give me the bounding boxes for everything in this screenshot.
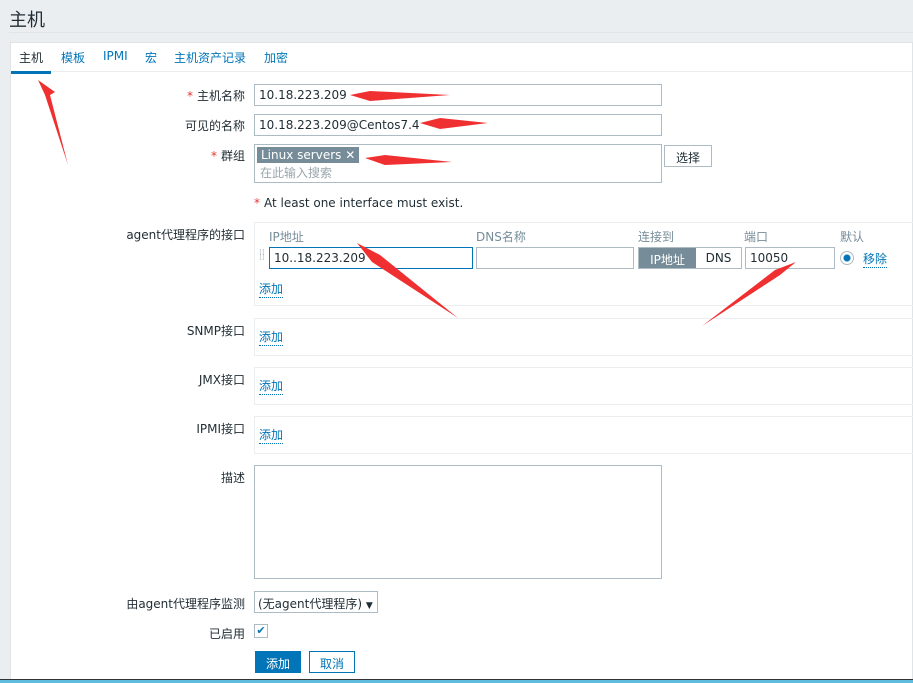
connect-header: 连接到 [638, 230, 675, 244]
ip-input[interactable]: 10..18.223.209 [269, 247, 473, 269]
tab-ipmi[interactable]: IPMI [103, 49, 128, 63]
tab-inventory[interactable]: 主机资产记录 [174, 49, 246, 66]
drag-handle-icon[interactable]: ⁞⁞ ⁞⁞ [259, 249, 265, 263]
page-title: 主机 [9, 10, 45, 31]
interface-warning: * At least one interface must exist. [254, 196, 464, 210]
connect-toggle: IP地址 DNS [638, 247, 742, 269]
add-button[interactable]: 添加 [255, 651, 302, 673]
dropdown-arrow-icon: ▼ [365, 601, 373, 611]
visible-name-input[interactable]: 10.18.223.209@Centos7.4 [254, 114, 662, 136]
enabled-label: 已启用 [208, 627, 245, 641]
ipmi-interface-box: 添加 [254, 416, 913, 454]
add-snmp-interface-link[interactable]: 添加 [259, 328, 284, 346]
jmx-interface-label: JMX接口 [198, 373, 245, 387]
cancel-button[interactable]: 取消 [309, 651, 356, 673]
default-header: 默认 [840, 230, 865, 244]
remove-tag-icon[interactable]: ✕ [345, 148, 355, 162]
select-groups-button[interactable]: 选择 [664, 145, 713, 167]
snmp-interface-box: 添加 [254, 318, 913, 356]
dns-header: DNS名称 [476, 230, 526, 244]
connect-ip-button[interactable]: IP地址 [639, 248, 696, 268]
visible-name-label: 可见的名称 [184, 119, 245, 133]
port-header: 端口 [744, 230, 769, 244]
description-textarea[interactable] [254, 465, 662, 579]
description-label: 描述 [220, 471, 245, 485]
proxy-label: 由agent代理程序监测 [126, 597, 245, 611]
tab-bar: 主机 模板 IPMI 宏 主机资产记录 加密 [10, 43, 912, 74]
ip-header: IP地址 [269, 230, 304, 244]
snmp-interface-label: SNMP接口 [186, 324, 245, 338]
dns-input[interactable] [476, 247, 634, 269]
groups-search-placeholder[interactable]: 在此输入搜索 [257, 163, 659, 182]
connect-dns-button[interactable]: DNS [696, 248, 741, 268]
tab-host[interactable]: 主机 [10, 49, 52, 74]
port-input[interactable]: 10050 [745, 247, 835, 269]
default-radio[interactable] [840, 251, 854, 265]
groups-label: * 群组 [210, 149, 245, 163]
host-name-label: * 主机名称 [186, 89, 245, 103]
tab-templates[interactable]: 模板 [61, 49, 85, 66]
ipmi-interface-label: IPMI接口 [196, 422, 245, 436]
group-tag: Linux servers ✕ [257, 147, 360, 163]
tab-macros[interactable]: 宏 [145, 49, 157, 66]
proxy-select[interactable]: (无agent代理程序) ▼ [254, 591, 378, 613]
add-agent-interface-link[interactable]: 添加 [259, 280, 284, 298]
divider [9, 32, 913, 33]
taskbar [0, 679, 913, 683]
host-name-input[interactable]: 10.18.223.209 [254, 84, 662, 106]
remove-interface-link[interactable]: 移除 [863, 250, 888, 268]
agent-interface-label: agent代理程序的接口 [126, 228, 245, 242]
host-form-panel: 主机 模板 IPMI 宏 主机资产记录 加密 [10, 42, 913, 680]
enabled-checkbox[interactable]: ✔ [254, 624, 268, 638]
jmx-interface-box: 添加 [254, 367, 913, 405]
tab-encryption[interactable]: 加密 [264, 49, 288, 66]
groups-input[interactable]: Linux servers ✕ 在此输入搜索 [254, 144, 662, 183]
agent-interface-box: IP地址 DNS名称 连接到 端口 默认 ⁞⁞ ⁞⁞ 10..18.223.209… [254, 222, 913, 306]
add-ipmi-interface-link[interactable]: 添加 [259, 426, 284, 444]
add-jmx-interface-link[interactable]: 添加 [259, 377, 284, 395]
